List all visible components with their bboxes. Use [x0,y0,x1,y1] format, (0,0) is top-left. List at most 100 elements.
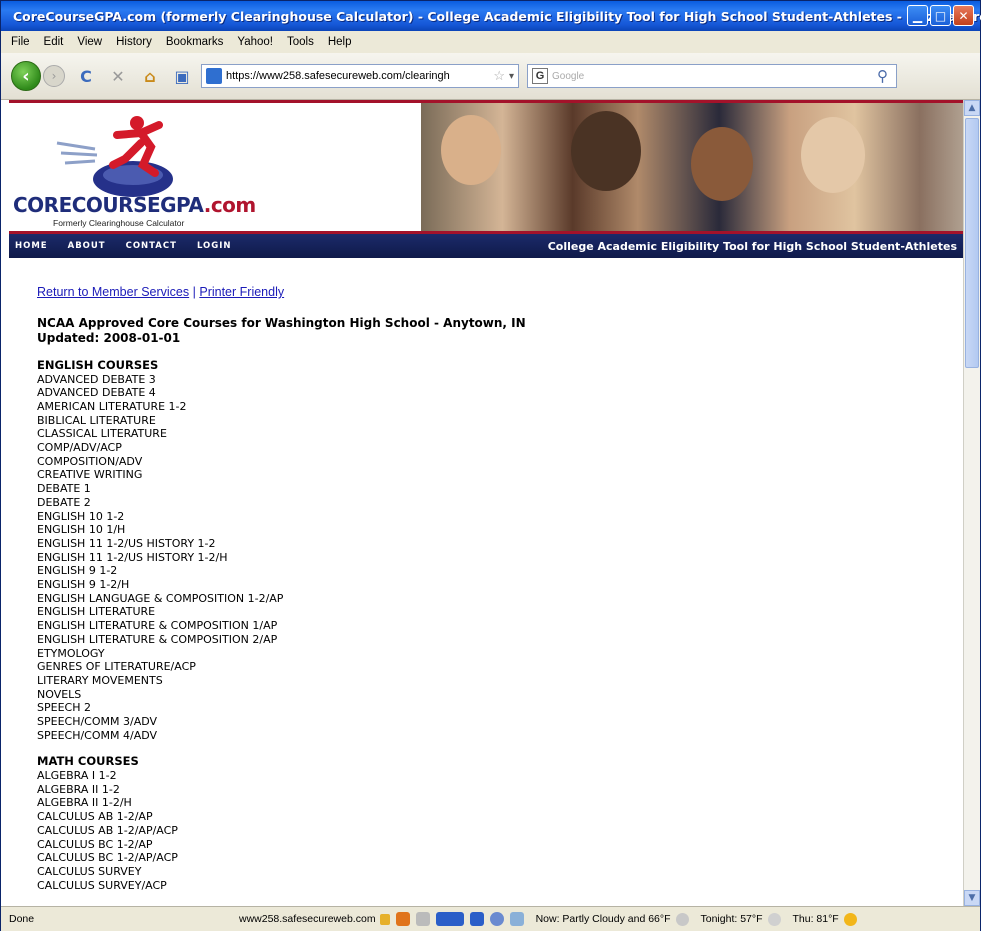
nav-home[interactable]: HOME [15,241,48,251]
window-title: CoreCourseGPA.com (formerly Clearinghous… [13,8,981,24]
notes-icon[interactable] [509,912,524,926]
course-item: CREATIVE WRITING [37,468,143,482]
return-to-member-services-link[interactable]: Return to Member Services [37,285,189,299]
menu-history[interactable]: History [116,36,152,48]
menu-edit[interactable]: Edit [44,36,64,48]
course-item: COMP/ADV/ACP [37,441,122,455]
browser-window: CoreCourseGPA.com (formerly Clearinghous… [0,0,981,931]
course-item: ENGLISH 10 1/H [37,523,126,537]
page-content: Return to Member Services | Printer Frie… [37,285,937,892]
addon-icon[interactable] [395,912,410,926]
course-section: MATH COURSES ALGEBRA I 1-2 ALGEBRA II 1-2 A… [37,755,937,892]
updated-date: Updated: 2008-01-01 [37,331,181,345]
security-host[interactable]: www258.safesecureweb.com [239,912,524,926]
course-item: SPEECH 2 [37,701,91,715]
cloud-icon [767,912,781,926]
close-icon[interactable]: ✕ [953,5,974,26]
search-icon[interactable]: ⚲ [877,67,888,85]
site-header: CORECOURSEGPA.com Formerly Clearinghouse… [9,100,963,234]
course-item: CALCULUS SURVEY [37,864,142,878]
course-item: ENGLISH 11 1-2/US HISTORY 1-2 [37,536,216,550]
course-item: ALGEBRA I 1-2 [37,768,117,782]
vertical-scrollbar[interactable]: ▲ ▼ [963,100,980,906]
section-title: MATH COURSES [37,754,139,769]
sun-icon [843,912,857,926]
weather-thursday[interactable]: Thu: 81°F [793,912,857,926]
glasses-icon[interactable] [415,912,430,926]
menu-tools[interactable]: Tools [287,36,314,48]
nav-login[interactable]: LOGIN [197,241,232,251]
course-item: ENGLISH LITERATURE [37,605,156,619]
lock-icon[interactable] [379,913,390,925]
course-item: ENGLISH 11 1-2/US HISTORY 1-2/H [37,550,228,564]
search-engine-icon[interactable]: G [532,68,548,84]
section-title: ENGLISH COURSES [37,358,159,372]
site-logo[interactable]: CORECOURSEGPA.com Formerly Clearinghouse… [9,103,419,231]
course-item: ENGLISH LANGUAGE & COMPOSITION 1-2/AP [37,591,284,605]
site-identity-icon[interactable] [206,68,222,84]
course-item: DEBATE 2 [37,495,91,509]
course-item: ALGEBRA II 1-2 [37,782,120,796]
course-item: ETYMOLOGY [37,646,105,660]
course-item: ENGLISH LITERATURE & COMPOSITION 2/AP [37,632,278,646]
forward-icon[interactable]: › [43,65,65,87]
search-bar[interactable]: G Google ⚲ [527,64,897,88]
scroll-up-icon[interactable]: ▲ [964,100,980,116]
title-bar: CoreCourseGPA.com (formerly Clearinghous… [1,1,981,31]
menu-bar: File Edit View History Bookmarks Yahoo! … [1,31,980,53]
menu-yahoo[interactable]: Yahoo! [237,36,273,48]
runner-logo-icon [56,116,173,197]
header-photo-collage [421,103,963,231]
page-viewport: CORECOURSEGPA.com Formerly Clearinghouse… [1,100,963,906]
bookmark-star-icon[interactable]: ☆ [493,68,505,84]
course-item: GENRES OF LITERATURE/ACP [37,660,196,674]
nav-about[interactable]: ABOUT [68,241,106,251]
course-item: ADVANCED DEBATE 3 [37,372,156,386]
course-item: CALCULUS AB 1-2/AP/ACP [37,823,178,837]
course-item: AMERICAN LITERATURE 1-2 [37,399,187,413]
course-item: ALGEBRA II 1-2/H [37,796,132,810]
course-item: SPEECH/COMM 3/ADV [37,715,158,729]
weather-now[interactable]: Now: Partly Cloudy and 66°F [536,912,689,926]
menu-view[interactable]: View [77,36,102,48]
menu-bookmarks[interactable]: Bookmarks [166,36,224,48]
map-icon[interactable] [435,912,464,926]
reload-icon[interactable]: C [75,67,97,86]
home-icon[interactable]: ⌂ [139,67,161,86]
menu-help[interactable]: Help [328,36,352,48]
partly-cloudy-icon [675,912,689,926]
course-item: CALCULUS BC 1-2/AP [37,837,153,851]
maximize-icon[interactable]: □ [930,5,951,26]
printer-friendly-link[interactable]: Printer Friendly [199,285,284,299]
nav-contact[interactable]: CONTACT [126,241,177,251]
minimize-icon[interactable]: ▁ [907,5,928,26]
back-icon[interactable]: ‹ [11,61,41,91]
course-item: CALCULUS SURVEY/ACP [37,878,167,892]
course-item: CLASSICAL LITERATURE [37,427,167,441]
site-navigation: HOME ABOUT CONTACT LOGIN College Academi… [9,234,963,258]
weather-tonight[interactable]: Tonight: 57°F [701,912,781,926]
clock-icon[interactable] [489,912,504,926]
search-placeholder[interactable]: Google [552,71,584,82]
video-icon[interactable] [469,912,484,926]
course-item: SPEECH/COMM 4/ADV [37,728,158,742]
course-item: ENGLISH 9 1-2/H [37,578,130,592]
url-text[interactable]: https://www258.safesecureweb.com/clearin… [226,70,456,82]
course-item: CALCULUS BC 1-2/AP/ACP [37,851,178,865]
course-item: NOVELS [37,687,82,701]
logo-subtitle: Formerly Clearinghouse Calculator [53,218,185,228]
url-dropdown-icon[interactable]: ▾ [509,71,514,82]
stop-icon[interactable]: ✕ [107,67,129,86]
logo-title: CORECOURSEGPA.com [13,193,256,217]
window-controls: ▁ □ ✕ [907,5,974,26]
menu-file[interactable]: File [11,36,30,48]
status-text: Done [9,913,35,925]
scroll-thumb[interactable] [965,118,979,368]
course-section: ENGLISH COURSES ADVANCED DEBATE 3 ADVANCED… [37,358,937,742]
scroll-down-icon[interactable]: ▼ [964,890,980,906]
navigation-toolbar: ‹ › C ✕ ⌂ ▣ https://www258.safesecureweb… [1,53,980,100]
link-separator: | [192,285,196,299]
bookmarks-icon[interactable]: ▣ [171,67,193,86]
course-item: ENGLISH 9 1-2 [37,564,118,578]
url-bar[interactable]: https://www258.safesecureweb.com/clearin… [201,64,519,88]
